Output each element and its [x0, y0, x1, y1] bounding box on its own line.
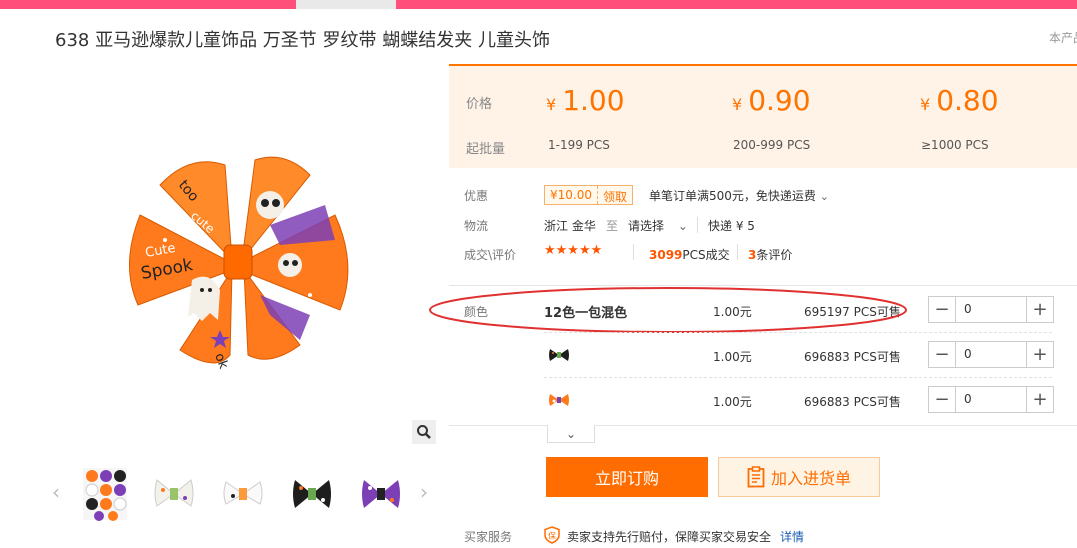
minus-button[interactable]: −: [929, 387, 956, 412]
add-to-list-label: 加入进货单: [770, 469, 851, 488]
guarantee-text: 卖家支持先行赔付，保障买家交易安全: [567, 530, 772, 544]
quantity-input[interactable]: 0: [956, 342, 1026, 367]
destination-select[interactable]: 请选择 ⌄: [628, 217, 688, 234]
quantity-stepper: − 0 +: [928, 386, 1054, 413]
guarantee-details-link[interactable]: 详情: [780, 528, 804, 545]
thumbnail-strip: ‹ ›: [52, 466, 442, 522]
corner-text: 本产品: [1049, 31, 1077, 45]
plus-button[interactable]: +: [1026, 387, 1053, 412]
product-title: 638 亚马逊爆款儿童饰品 万圣节 罗纹带 蝴蝶结发夹 儿童头饰: [55, 30, 550, 51]
chevron-down-icon: ⌄: [565, 426, 577, 441]
divider: [544, 377, 1052, 378]
coupon-amount: ¥10.00: [545, 186, 598, 204]
thumbnail-3[interactable]: [218, 466, 268, 522]
buy-now-button[interactable]: 立即订购: [546, 457, 708, 497]
price-tier-3: ¥0.80: [920, 84, 999, 117]
promo-label: 优惠: [464, 189, 489, 203]
price-label: 价格: [466, 97, 493, 112]
quantity-input[interactable]: 0: [956, 387, 1026, 412]
zoom-icon[interactable]: [412, 420, 436, 444]
sku-stock: 696883 PCS可售: [804, 395, 901, 409]
sold-count: 3099PCS成交: [649, 246, 730, 263]
sku-price: 1.00元: [713, 395, 752, 409]
plus-button[interactable]: +: [1026, 342, 1053, 367]
highlight-ellipse: [429, 287, 907, 333]
moq-range-3: ≥1000 PCS: [921, 138, 989, 152]
quantity-input[interactable]: 0: [956, 297, 1026, 322]
thumbnail-5[interactable]: [356, 466, 406, 522]
price-value: 0.90: [748, 84, 811, 117]
sold-label: PCS成交: [682, 248, 730, 262]
thumbnail-4[interactable]: [287, 466, 337, 522]
sold-number: 3099: [649, 248, 683, 262]
thumbnail-2[interactable]: [149, 466, 199, 522]
product-main-image[interactable]: too Cute Spook cute ok: [120, 145, 360, 385]
sku-thumbnail-orange[interactable]: [548, 389, 570, 411]
currency-symbol: ¥: [546, 95, 557, 114]
review-count[interactable]: 3条评价: [748, 246, 792, 263]
moq-label: 起批量: [466, 142, 506, 157]
minus-button[interactable]: −: [929, 297, 956, 322]
express-fee: 快递 ¥ 5: [708, 219, 755, 233]
svg-text:保: 保: [548, 531, 556, 541]
chevron-down-icon: ⌄: [677, 219, 688, 233]
divider: [633, 244, 634, 260]
price-box: 价格 起批量 ¥1.00 ¥0.90 ¥0.80 1-199 PCS 200-9…: [449, 64, 1077, 168]
free-shipping-text[interactable]: 单笔订单满500元，免快递运费 ⌄: [649, 187, 829, 204]
moq-range-1: 1-199 PCS: [548, 138, 610, 152]
chevron-down-icon: ⌄: [819, 190, 829, 203]
logistics-origin: 浙江 金华: [544, 219, 596, 233]
thumb-prev-icon[interactable]: ‹: [52, 480, 60, 504]
divider: [544, 332, 1052, 333]
moq-range-2: 200-999 PCS: [733, 138, 811, 152]
logistics-label: 物流: [464, 219, 489, 233]
coupon[interactable]: ¥10.00 领取: [544, 185, 634, 205]
expand-sku-button[interactable]: ⌄: [547, 425, 595, 443]
add-to-list-button[interactable]: 加入进货单: [718, 457, 880, 497]
divider: [697, 217, 698, 233]
destination-value: 请选择: [628, 219, 665, 233]
clipboard-icon: [747, 466, 765, 488]
sku-thumbnail-black[interactable]: [548, 344, 570, 366]
review-label: 条评价: [756, 248, 793, 262]
price-value: 1.00: [562, 84, 625, 117]
thumbnail-1[interactable]: [80, 466, 130, 522]
top-nav-active-tab[interactable]: [296, 0, 396, 9]
deals-label: 成交\评价: [464, 248, 517, 262]
sku-price: 1.00元: [713, 350, 752, 364]
divider: [737, 244, 738, 260]
currency-symbol: ¥: [920, 95, 931, 114]
buyer-service-label: 买家服务: [464, 530, 513, 544]
minus-button[interactable]: −: [929, 342, 956, 367]
coupon-claim-button[interactable]: 领取: [598, 186, 632, 204]
quantity-stepper: − 0 +: [928, 341, 1054, 368]
free-shipping-label: 单笔订单满500元，免快递运费: [649, 189, 816, 203]
currency-symbol: ¥: [732, 95, 743, 114]
top-nav-bar: [0, 0, 1077, 9]
price-tier-1: ¥1.00: [546, 84, 625, 117]
divider: [449, 425, 1077, 426]
price-value: 0.80: [936, 84, 999, 117]
rating-stars: ★★★★★: [544, 243, 603, 258]
plus-button[interactable]: +: [1026, 297, 1053, 322]
thumb-next-icon[interactable]: ›: [420, 480, 428, 504]
shield-icon: 保: [544, 526, 560, 544]
price-tier-2: ¥0.90: [732, 84, 811, 117]
quantity-stepper: − 0 +: [928, 296, 1054, 323]
sku-stock: 696883 PCS可售: [804, 350, 901, 364]
logistics-to: 至: [606, 219, 619, 233]
